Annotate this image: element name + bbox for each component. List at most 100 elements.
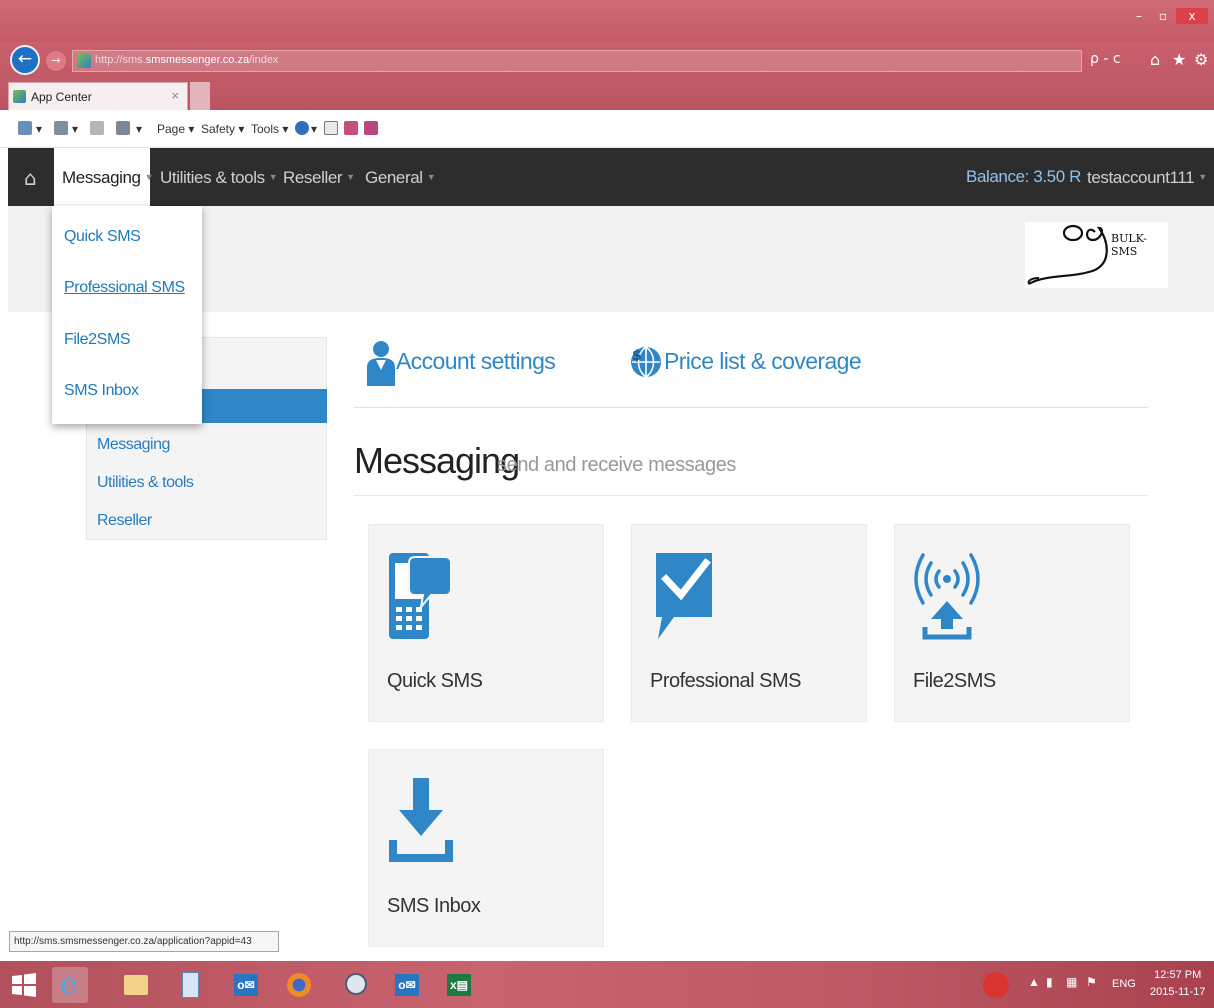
outlook-icon: o✉ (234, 974, 258, 996)
minimize-button[interactable]: – (1128, 8, 1150, 24)
show-hidden-icons[interactable]: ▲ (1028, 975, 1040, 989)
help-icon[interactable] (295, 121, 309, 135)
tile-label: File2SMS (913, 670, 996, 692)
messaging-dropdown-menu: Quick SMS Professional SMS File2SMS SMS … (52, 206, 202, 424)
taskbar-internet-explorer[interactable]: e (52, 967, 88, 1003)
tab-favicon-icon (13, 90, 26, 103)
nav-messaging[interactable]: Messaging ▼ (54, 148, 154, 206)
caret-down-icon: ▼ (268, 172, 278, 182)
taskbar-notepad[interactable] (172, 967, 208, 1003)
browser-tab-app-center[interactable]: App Center × (8, 82, 188, 110)
folder-icon (124, 975, 148, 995)
dropdown-item-professional-sms[interactable]: Professional SMS (64, 279, 185, 297)
address-text: http://sms.smsmessenger.co.za/index (95, 54, 279, 66)
dropdown-caret-icon[interactable]: ▾ (36, 122, 42, 136)
home-page-icon[interactable] (18, 121, 32, 135)
nav-utilities-tools[interactable]: Utilities & tools ▼ (160, 148, 278, 206)
network-icon[interactable]: ▮ (1046, 975, 1053, 989)
search-refresh-icons[interactable]: ρ - c (1090, 51, 1121, 67)
address-input[interactable]: http://sms.smsmessenger.co.za/index (72, 50, 1082, 72)
taskbar-excel[interactable]: x▤ (441, 967, 477, 1003)
close-window-button[interactable]: x (1176, 8, 1208, 24)
tile-sms-inbox[interactable]: SMS Inbox (368, 749, 604, 947)
compat-view-icon[interactable] (324, 121, 338, 135)
app-icon (345, 973, 367, 995)
maximize-button[interactable]: ▫ (1152, 8, 1174, 24)
brand-logo: BULK-SMS (1025, 222, 1168, 288)
taskbar-outlook-2[interactable]: o✉ (389, 967, 425, 1003)
home-icon[interactable]: ⌂ (24, 166, 37, 190)
tile-quick-sms[interactable]: Quick SMS (368, 524, 604, 722)
caret-down-icon: ▼ (346, 172, 355, 182)
price-list-coverage-link[interactable]: $ Price list & coverage (630, 340, 862, 388)
action-center-icon[interactable]: ⚑ (1086, 975, 1097, 989)
tile-professional-sms[interactable]: Professional SMS (631, 524, 867, 722)
sidebar-link-messaging[interactable]: Messaging (97, 436, 170, 454)
taskbar-tray-app[interactable] (978, 967, 1014, 1003)
tools-menu[interactable]: Tools ▾ (251, 122, 288, 136)
dropdown-caret-icon[interactable]: ▾ (136, 122, 142, 136)
browser-tab-strip: App Center × (0, 78, 1214, 110)
tile-label: SMS Inbox (387, 895, 481, 917)
dropdown-caret-icon[interactable]: ▾ (311, 122, 317, 136)
safety-menu[interactable]: Safety ▾ (201, 122, 244, 136)
app-navbar: ⌂ Messaging ▼ Utilities & tools ▼ Reseller… (8, 148, 1214, 206)
caret-down-icon: ▼ (144, 172, 154, 182)
back-button[interactable]: ← (10, 45, 40, 75)
section-heading: Messaging send and receive messages (354, 440, 1148, 496)
new-tab-button[interactable] (190, 82, 210, 110)
tab-title: App Center (31, 90, 92, 104)
favorites-star-icon[interactable]: ★ (1172, 50, 1186, 69)
addon-icon-2[interactable] (364, 121, 378, 135)
windows-start-icon[interactable] (6, 967, 42, 1003)
svg-text:$: $ (632, 348, 642, 364)
username: testaccount111 (1087, 168, 1195, 187)
user-menu[interactable]: testaccount111 ▼ (1087, 148, 1207, 207)
browser-gear-icon[interactable]: ⚙ (1194, 50, 1208, 69)
sidebar-link-reseller[interactable]: Reseller (97, 512, 152, 530)
forward-button[interactable]: → (46, 51, 66, 71)
user-icon (367, 341, 395, 386)
dropdown-item-file2sms[interactable]: File2SMS (64, 331, 131, 349)
globe-dollar-icon: $ (631, 346, 661, 378)
price-list-coverage-label: Price list & coverage (664, 348, 862, 374)
caret-down-icon: ▼ (1198, 172, 1207, 182)
site-favicon-icon (77, 54, 91, 68)
feeds-icon[interactable] (54, 121, 68, 135)
nav-reseller[interactable]: Reseller ▼ (283, 148, 355, 206)
dropdown-item-quick-sms[interactable]: Quick SMS (64, 228, 141, 246)
tab-close-icon[interactable]: × (171, 88, 179, 103)
nav-general[interactable]: General ▼ (365, 148, 436, 206)
taskbar-outlook[interactable]: o✉ (228, 967, 264, 1003)
nav-label: Reseller (283, 168, 343, 187)
taskbar-file-explorer[interactable] (117, 967, 153, 1003)
dropdown-item-sms-inbox[interactable]: SMS Inbox (64, 382, 139, 400)
arrow-left-icon: ← (17, 49, 33, 69)
taskbar-app[interactable] (338, 967, 374, 1003)
nav-label: Utilities & tools (160, 168, 265, 187)
clock-time: 12:57 PM (1154, 969, 1202, 981)
clock-date: 2015-11-17 (1150, 986, 1206, 998)
volume-icon[interactable]: ▦ (1066, 975, 1077, 989)
account-settings-label: Account settings (396, 348, 556, 374)
broadcast-upload-icon (914, 553, 980, 640)
inbox-download-icon (389, 778, 453, 862)
sidebar-link-utilities-tools[interactable]: Utilities & tools (97, 474, 194, 492)
dropdown-caret-icon[interactable]: ▾ (72, 122, 78, 136)
addon-icon[interactable] (344, 121, 358, 135)
section-subtitle: send and receive messages (497, 454, 737, 476)
taskbar-firefox[interactable] (281, 967, 317, 1003)
balance-indicator[interactable]: Balance: 3.50 R (966, 148, 1081, 206)
tile-file2sms[interactable]: File2SMS (894, 524, 1130, 722)
language-indicator[interactable]: ENG (1112, 978, 1136, 990)
page-menu[interactable]: Page ▾ (157, 122, 194, 136)
system-clock[interactable]: 12:57 PM 2015-11-17 (1150, 967, 1205, 1001)
internet-explorer-icon: e (60, 967, 78, 1002)
account-settings-link[interactable]: Account settings (366, 340, 556, 388)
quick-links-bar: Account settings $ Price list & coverage (354, 336, 1148, 408)
mail-icon[interactable] (90, 121, 104, 135)
browser-home-icon[interactable]: ⌂ (1150, 50, 1160, 69)
notepad-icon (182, 972, 199, 998)
print-icon[interactable] (116, 121, 130, 135)
tile-label: Professional SMS (650, 670, 801, 692)
